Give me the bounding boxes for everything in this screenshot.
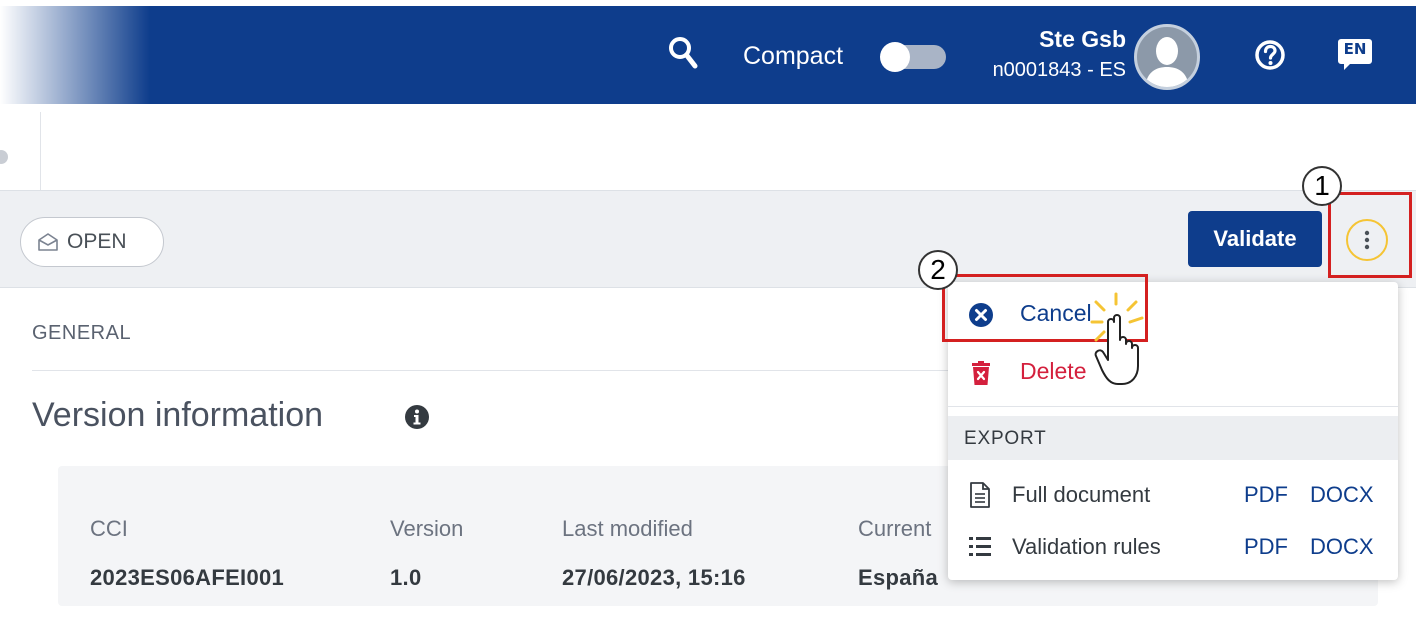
- field-label-last-modified: Last modified: [562, 516, 693, 541]
- field-value-version: 1.0: [390, 565, 422, 590]
- status-label: OPEN: [67, 230, 127, 253]
- section-label: GENERAL: [32, 322, 132, 344]
- compact-toggle[interactable]: [880, 42, 946, 72]
- export-header: EXPORT: [948, 416, 1398, 460]
- document-icon: [970, 482, 990, 508]
- menu-label-delete: Delete: [1020, 358, 1087, 384]
- user-name: Ste Gsb: [1039, 26, 1126, 52]
- menu-label-cancel: Cancel: [1020, 300, 1092, 326]
- tab-strip: [0, 104, 1416, 192]
- tab-close-icon: [0, 150, 8, 164]
- compact-toggle-knob: [880, 42, 910, 72]
- menu-item-delete[interactable]: Delete: [948, 344, 1398, 402]
- menu-divider: [948, 406, 1398, 407]
- top-bar: Compact Ste Gsb n0001843 - ES EN: [0, 6, 1416, 104]
- avatar[interactable]: [1134, 24, 1200, 90]
- search-icon[interactable]: [668, 36, 698, 70]
- user-id: n0001843 - ES: [992, 59, 1126, 81]
- export-validation-rules-docx-link[interactable]: DOCX: [1310, 534, 1374, 560]
- kebab-icon: [1364, 230, 1370, 250]
- callout-number-step-2: 2: [918, 250, 958, 290]
- field-value-cci: 2023ES06AFEI001: [90, 565, 285, 590]
- export-full-document-docx-link[interactable]: DOCX: [1310, 482, 1374, 508]
- export-validation-rules-pdf-link[interactable]: PDF: [1244, 534, 1288, 560]
- export-row-full-document: Full document PDF DOCX: [948, 470, 1398, 520]
- export-label-full-document: Full document: [1012, 482, 1151, 507]
- language-code: EN: [1343, 40, 1367, 58]
- language-icon[interactable]: EN: [1336, 36, 1374, 72]
- validate-button[interactable]: Validate: [1188, 211, 1322, 267]
- top-bar-fade: [0, 6, 150, 104]
- envelope-open-icon: [38, 233, 58, 251]
- info-icon[interactable]: [404, 404, 430, 430]
- section-divider: [32, 370, 1032, 371]
- field-label-version: Version: [390, 516, 464, 541]
- export-full-document-pdf-link[interactable]: PDF: [1244, 482, 1288, 508]
- more-actions-button[interactable]: [1346, 219, 1388, 261]
- user-silhouette-icon: [1145, 37, 1189, 87]
- field-label-cci: CCI: [90, 516, 128, 541]
- callout-number-step-1: 1: [1302, 166, 1342, 206]
- page-title: Version information: [32, 396, 324, 434]
- compact-label: Compact: [743, 42, 844, 70]
- times-circle-icon: [969, 303, 993, 327]
- action-bar: OPEN Validate: [0, 190, 1416, 288]
- field-value-last-modified: 27/06/2023, 15:16: [562, 565, 746, 590]
- export-row-validation-rules: Validation rules PDF DOCX: [948, 522, 1398, 572]
- menu-item-cancel[interactable]: Cancel: [948, 286, 1398, 344]
- tab-ghost[interactable]: [0, 112, 41, 192]
- list-icon: [969, 537, 991, 556]
- export-label-validation-rules: Validation rules: [1012, 534, 1161, 559]
- status-badge: OPEN: [20, 217, 164, 267]
- trash-icon: [972, 361, 990, 385]
- help-icon[interactable]: [1254, 39, 1286, 71]
- field-label-current: Current: [858, 516, 932, 541]
- actions-dropdown: Cancel Delete EXPORT Full document PDF D…: [948, 282, 1398, 580]
- field-value-current: España: [858, 565, 939, 590]
